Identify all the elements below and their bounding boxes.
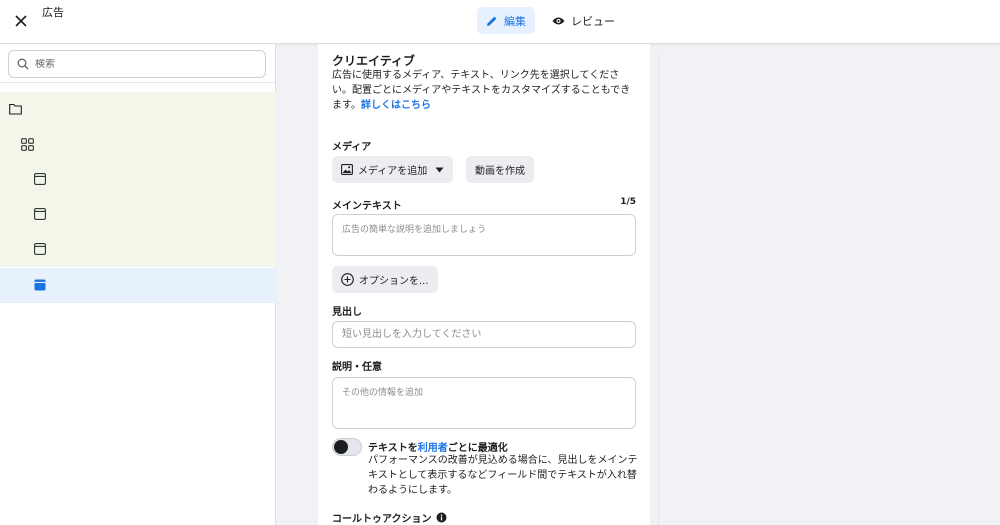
headline-input[interactable]	[332, 321, 636, 348]
tab-review-label: レビュー	[571, 14, 615, 28]
tree-item-ad[interactable]	[0, 197, 276, 232]
section-title: クリエイティブ	[332, 54, 416, 68]
search-box[interactable]	[8, 50, 266, 78]
tab-review[interactable]: レビュー	[543, 7, 624, 34]
ad-icon	[34, 279, 46, 291]
optimize-title: テキストを利用者ごとに最適化	[368, 439, 508, 454]
ad-icon	[34, 208, 46, 220]
media-label: メディア	[332, 142, 372, 153]
section-description: 広告に使用するメディア、テキスト、リンク先を選択してください。配置ごとにメディア…	[332, 68, 636, 113]
ad-icon	[34, 243, 46, 255]
image-icon	[341, 164, 353, 175]
optimize-description: パフォーマンスの改善が見込める場合に、見出しをメインテキストとして表示するなどフ…	[368, 455, 638, 496]
headline-label: 見出し	[332, 307, 362, 318]
preview-area	[658, 52, 1000, 525]
search-input[interactable]	[35, 58, 235, 70]
tree-item-adset[interactable]	[0, 127, 276, 162]
pencil-icon	[487, 16, 497, 26]
description-field[interactable]	[332, 377, 636, 429]
optimize-toggle[interactable]	[332, 438, 362, 456]
tree-item-ad-selected[interactable]	[0, 268, 276, 303]
learn-more-link[interactable]: 詳しくはこちら	[361, 100, 431, 111]
add-media-button[interactable]: メディアを追加	[332, 156, 454, 183]
description-label: 説明・任意	[332, 362, 382, 373]
primary-text-counter: 1/5	[620, 197, 636, 207]
toggle-knob	[334, 440, 348, 454]
folder-icon	[9, 103, 22, 115]
sidebar-divider	[0, 82, 276, 83]
primary-text-field[interactable]	[332, 214, 636, 256]
caret-down-icon	[435, 167, 444, 172]
tab-edit-label: 編集	[504, 14, 526, 28]
options-button-label: オプションを...	[359, 276, 429, 287]
creative-panel: クリエイティブ 広告に使用するメディア、テキスト、リンク先を選択してください。配…	[318, 44, 650, 525]
create-video-button[interactable]: 動画を作成	[466, 156, 534, 183]
grid-icon	[21, 138, 34, 151]
info-icon[interactable]	[436, 512, 447, 523]
cta-label: コールトゥアクション	[332, 514, 432, 525]
ad-icon	[34, 173, 46, 185]
primary-text-label: メインテキスト	[332, 201, 402, 212]
close-button[interactable]	[10, 10, 32, 32]
close-icon	[15, 15, 27, 27]
search-icon	[17, 58, 29, 70]
plus-circle-icon	[341, 273, 354, 286]
options-button[interactable]: オプションを...	[332, 266, 438, 293]
cta-heading: コールトゥアクション	[332, 510, 447, 525]
tab-edit[interactable]: 編集	[477, 7, 535, 34]
sidebar	[0, 44, 276, 525]
tree-item-ad[interactable]	[0, 232, 276, 267]
page-title: 広告	[42, 6, 64, 19]
tree-item-campaign[interactable]	[0, 92, 276, 127]
eye-icon	[552, 17, 565, 24]
create-video-label: 動画を作成	[475, 166, 525, 177]
tree-item-ad[interactable]	[0, 162, 276, 197]
top-bar: 広告 編集 レビュー	[0, 0, 1000, 44]
add-media-label: メディアを追加	[358, 166, 428, 177]
